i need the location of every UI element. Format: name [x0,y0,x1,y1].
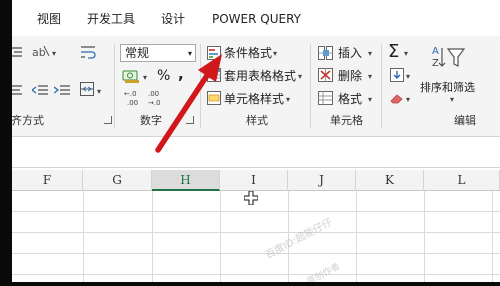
cells-group-label: 单元格 [330,114,363,127]
grid-line [0,232,500,233]
column-header-l[interactable]: L [424,170,500,191]
tab-view[interactable]: 视图 [37,12,61,26]
chevron-down-icon: ▾ [406,95,411,104]
grid-line [220,191,221,286]
grid-line [424,191,425,286]
insert-label: 插入 [338,46,363,60]
chevron-down-icon: ▾ [404,49,409,58]
chevron-down-icon[interactable]: ▾ [143,74,147,82]
conditional-formatting-label: 条件格式 [224,46,273,60]
chevron-down-icon: ▾ [406,72,411,81]
group-divider [114,44,115,128]
sort-filter-icon: A Z [432,46,466,69]
decrease-indent-icon[interactable] [32,84,48,96]
merge-center-icon[interactable] [80,82,94,96]
ribbon: ab ▾ ▾ 对齐方式 常规 ▾ ▾ % , ←.0 .00 .00 →.0 数… [0,36,500,136]
ribbon-tab-bar: 视图 开发工具 设计 POWER QUERY [0,0,500,36]
delete-label: 删除 [338,69,363,83]
group-divider [310,44,311,128]
chevron-down-icon[interactable]: ▾ [52,50,56,58]
grid-line [0,211,500,212]
column-header-j[interactable]: J [288,170,356,191]
svg-text:.00: .00 [127,99,138,106]
tab-power-query[interactable]: POWER QUERY [212,12,301,26]
chevron-down-icon: ▾ [368,49,373,58]
editing-group-label: 编辑 [454,114,476,127]
autosum-icon: Σ [388,41,400,62]
chevron-down-icon: ▾ [450,95,455,104]
chevron-down-icon: ▾ [368,95,373,104]
cell-cursor-icon [244,191,258,205]
wrap-text-icon[interactable] [80,44,96,60]
eraser-icon [390,94,403,104]
chevron-down-icon: ▾ [368,72,373,81]
column-header-i[interactable]: I [220,170,288,191]
frame-border [0,0,12,286]
column-header-row: F G H I J K L [0,170,500,191]
cell-styles-label: 单元格样式 [224,92,285,106]
chevron-down-icon: ▾ [298,72,303,81]
svg-text:A: A [432,46,439,57]
red-arrow-annotation [155,54,222,153]
group-divider [381,44,382,128]
format-as-table-label: 套用表格格式 [224,69,297,83]
fill-down-icon [390,68,404,82]
svg-text:←.0: ←.0 [124,90,137,98]
column-header-k[interactable]: K [356,170,424,191]
insert-cells-icon [318,46,333,60]
cell-grid[interactable] [0,191,500,286]
grid-line [0,274,500,275]
accounting-format-icon[interactable] [122,68,140,84]
tab-developer[interactable]: 开发工具 [87,12,135,26]
grid-line [0,253,500,254]
chevron-down-icon: ▾ [273,49,278,58]
grid-line [83,191,84,286]
dialog-launcher-icon[interactable] [104,116,112,124]
increase-indent-icon[interactable] [54,84,70,96]
formula-bar-area[interactable] [0,136,500,168]
svg-text:ab: ab [32,46,46,58]
format-label: 格式 [338,92,363,106]
styles-group-label: 样式 [246,114,268,127]
svg-text:Z: Z [432,58,439,69]
tab-design[interactable]: 设计 [161,12,185,26]
delete-cells-icon [318,68,333,82]
text-orientation-icon[interactable]: ab [32,44,50,58]
chevron-down-icon[interactable]: ▾ [97,88,101,96]
increase-decimal-icon[interactable]: ←.0 .00 [122,88,142,106]
frame-border [0,282,500,286]
grid-line [356,191,357,286]
grid-line [492,191,493,286]
sort-filter-label: 排序和筛选 [420,81,475,94]
column-header-g[interactable]: G [83,170,152,191]
chevron-down-icon: ▾ [286,95,291,104]
format-cells-icon [318,91,333,105]
column-header-h[interactable]: H [152,170,220,191]
column-header-f[interactable]: F [12,170,83,191]
number-format-value: 常规 [125,46,150,60]
grid-line [152,191,153,286]
